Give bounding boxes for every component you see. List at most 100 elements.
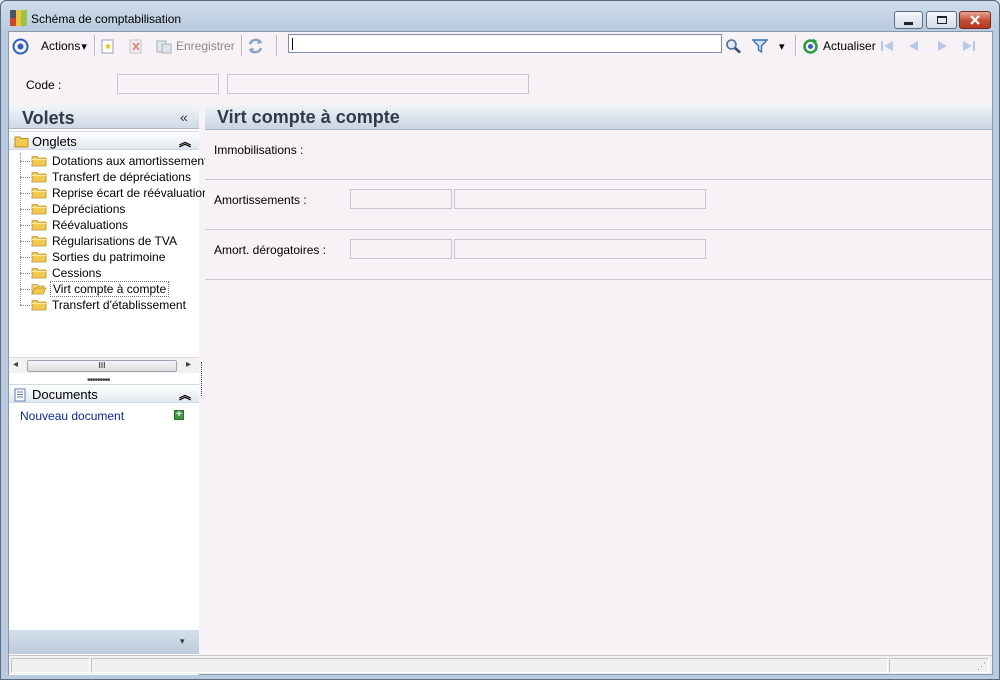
size-grip[interactable]: ⋰ xyxy=(977,661,986,672)
amortissements-label: Amortissements : xyxy=(214,193,307,207)
tree-connector xyxy=(20,273,30,274)
tree-item[interactable]: Dotations aux amortissements xyxy=(20,153,213,169)
close-button[interactable] xyxy=(959,11,991,29)
scroll-left-icon[interactable]: ◂ xyxy=(13,359,18,370)
actions-menu-button[interactable]: Actions ▾ xyxy=(41,36,87,56)
search-button[interactable] xyxy=(725,36,742,56)
tree-item[interactable]: Reprise écart de réévaluation xyxy=(20,185,209,201)
collapse-pane-button[interactable]: « xyxy=(180,109,188,125)
delete-button[interactable] xyxy=(129,36,143,56)
toolbar-separator xyxy=(795,35,797,56)
status-cell xyxy=(11,658,90,673)
tree-connector xyxy=(20,193,30,194)
tree-item[interactable]: Sorties du patrimoine xyxy=(20,249,199,265)
tree-connector xyxy=(20,161,30,162)
toolbar-separator xyxy=(241,35,243,56)
navigation-pane-footer[interactable]: ▾ xyxy=(9,630,199,654)
folder-open-icon xyxy=(31,284,47,295)
volets-header: Volets « xyxy=(9,105,199,129)
amortissements-description-field[interactable] xyxy=(454,189,706,209)
next-record-button[interactable] xyxy=(934,36,950,56)
tree-item[interactable]: Transfert d'établissement xyxy=(20,297,199,313)
tree-item[interactable]: Virt compte à compte xyxy=(20,281,199,297)
pane-splitter[interactable] xyxy=(201,362,202,396)
tree-item-label: Transfert de dépréciations xyxy=(52,170,191,184)
scroll-thumb[interactable]: III xyxy=(27,360,177,372)
code-field[interactable] xyxy=(117,74,219,94)
detail-pane: Virt compte à compte Immobilisations : A… xyxy=(205,105,992,281)
folder-icon xyxy=(31,156,47,167)
tree-item-label: Régularisations de TVA xyxy=(52,234,177,248)
last-record-button[interactable] xyxy=(961,36,977,56)
tree-item-label: Dépréciations xyxy=(52,202,126,216)
filter-button[interactable] xyxy=(752,36,768,56)
folder-icon xyxy=(31,188,47,199)
client-area: Actions ▾ Enregistrer ▾ Actualiser Code … xyxy=(8,31,993,675)
folder-icon xyxy=(31,300,47,311)
add-document-icon[interactable]: + xyxy=(174,410,184,420)
row-divider xyxy=(205,179,992,180)
actions-label: Actions xyxy=(41,39,81,53)
chevron-up-double-icon: ︽ xyxy=(179,135,192,149)
window-title: Schéma de comptabilisation xyxy=(31,12,182,26)
previous-record-button[interactable] xyxy=(906,36,922,56)
horizontal-scrollbar[interactable]: ◂ III ▸ xyxy=(9,357,199,373)
refresh-icon xyxy=(803,38,818,54)
new-document-link[interactable]: Nouveau document xyxy=(20,409,124,423)
tree-item-label: Transfert d'établissement xyxy=(52,298,186,312)
tree-item-label: Cessions xyxy=(52,266,102,280)
folder-icon xyxy=(31,172,47,183)
code-description-field[interactable] xyxy=(227,74,529,94)
detail-title: Virt compte à compte xyxy=(217,107,400,127)
tree-item[interactable]: Dépréciations xyxy=(20,201,199,217)
sync-button[interactable] xyxy=(247,36,264,56)
derogatoires-code-field[interactable] xyxy=(350,239,452,259)
title-bar[interactable]: Schéma de comptabilisation xyxy=(1,1,999,31)
amort-derogatoires-label: Amort. dérogatoires : xyxy=(214,243,327,257)
app-icon xyxy=(10,10,27,26)
chevron-down-icon[interactable]: ▾ xyxy=(180,636,185,647)
tree-item[interactable]: Réévaluations xyxy=(20,217,199,233)
tree-item[interactable]: Cessions xyxy=(20,265,199,281)
save-label: Enregistrer xyxy=(176,39,235,53)
amortissements-code-field[interactable] xyxy=(350,189,452,209)
first-record-button[interactable] xyxy=(879,36,895,56)
refresh-button[interactable]: Actualiser xyxy=(802,36,876,56)
save-button[interactable]: Enregistrer xyxy=(156,36,235,56)
folder-icon xyxy=(31,204,47,215)
tree-item[interactable]: Régularisations de TVA xyxy=(20,233,199,249)
previous-icon xyxy=(909,41,918,51)
search-input[interactable] xyxy=(288,34,722,53)
folder-icon xyxy=(31,220,47,231)
filter-icon xyxy=(752,39,768,54)
toolbar-separator xyxy=(276,35,278,56)
row-divider xyxy=(205,229,992,230)
new-button[interactable] xyxy=(101,36,115,56)
refresh-label: Actualiser xyxy=(823,39,876,53)
tree-connector xyxy=(20,177,30,178)
scroll-right-icon[interactable]: ▸ xyxy=(186,359,191,370)
chevron-down-icon: ▾ xyxy=(81,40,87,53)
documents-title: Documents xyxy=(32,387,98,402)
onglets-title: Onglets xyxy=(32,134,77,149)
chevron-up-double-icon: ︽ xyxy=(179,388,192,402)
minimize-button[interactable] xyxy=(894,11,923,29)
onglets-group-header[interactable]: Onglets ︽ xyxy=(9,131,199,150)
tree-connector xyxy=(20,225,30,226)
tree-item-label: Dotations aux amortissements xyxy=(52,154,214,168)
search-icon xyxy=(726,39,741,54)
document-icon xyxy=(14,388,26,402)
close-icon xyxy=(970,15,980,25)
immobilisations-label: Immobilisations : xyxy=(214,143,304,157)
folder-icon xyxy=(14,136,29,148)
maximize-button[interactable] xyxy=(926,11,957,29)
target-icon xyxy=(12,38,29,54)
last-icon xyxy=(963,41,975,51)
derogatoires-description-field[interactable] xyxy=(454,239,706,259)
documents-group-header[interactable]: Documents ︽ xyxy=(9,384,199,403)
status-cell xyxy=(91,658,888,673)
filter-dropdown-button[interactable]: ▾ xyxy=(779,36,785,56)
tree-item[interactable]: Transfert de dépréciations xyxy=(20,169,199,185)
sync-icon xyxy=(248,38,263,54)
nav-target-button[interactable] xyxy=(12,36,29,56)
